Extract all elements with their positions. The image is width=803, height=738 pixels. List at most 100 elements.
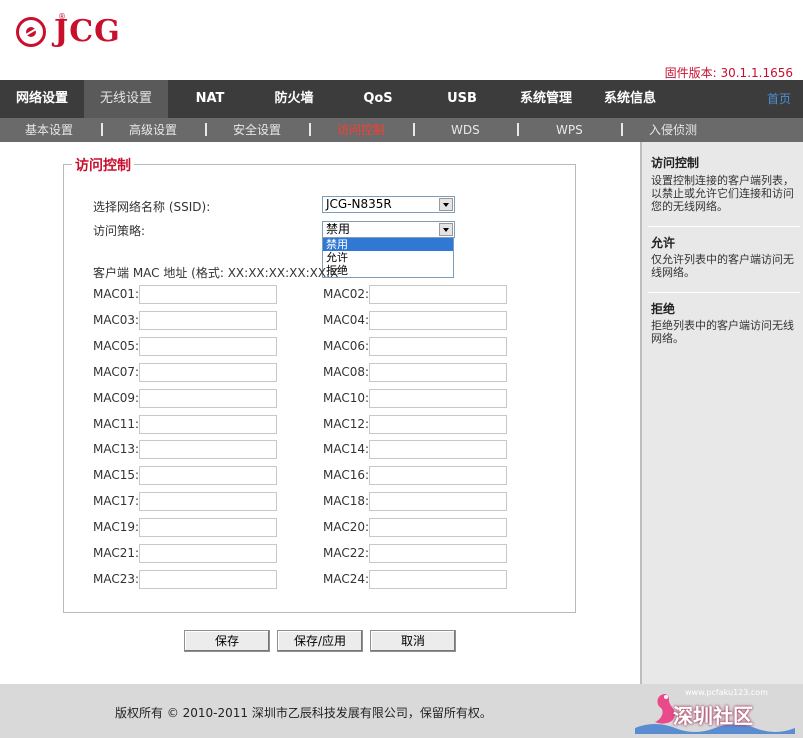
mac-input[interactable] (139, 336, 277, 356)
mac-input[interactable] (369, 310, 507, 330)
ssid-label: 选择网络名称 (SSID): (93, 200, 211, 214)
mac-label: MAC23: (93, 571, 140, 586)
help-text-allow: 仅允许列表中的客户端访问无线网络。 (651, 253, 794, 279)
nav-firewall[interactable]: 防火墙 (252, 80, 336, 118)
firmware-label: 固件版本: (664, 66, 717, 80)
watermark-url: www.pcfaku123.com (685, 688, 768, 697)
mac-label: MAC21: (93, 546, 140, 560)
nav-system-info[interactable]: 系统信息 (588, 80, 672, 118)
mac-input[interactable] (139, 310, 277, 330)
subnav-separator (517, 123, 519, 136)
nav-network[interactable]: 网络设置 (0, 80, 84, 118)
mac-input[interactable] (139, 544, 277, 563)
mac-label: MAC15: (93, 468, 140, 483)
help-text-deny: 拒绝列表中的客户端访问无线网络。 (651, 319, 794, 345)
mac-input[interactable] (369, 285, 507, 304)
save-apply-button[interactable]: 保存/应用 (277, 630, 363, 652)
chevron-down-icon[interactable] (439, 223, 453, 236)
watermark-text: 深圳社区 (673, 704, 753, 728)
mac-label: MAC03: (93, 312, 140, 327)
mac-input[interactable] (369, 492, 507, 512)
mac-label: MAC16: (323, 468, 370, 483)
ssid-select-value: JCG-N835R (326, 197, 392, 211)
jcg-logo-icon (16, 16, 46, 47)
mac-input[interactable] (369, 440, 507, 460)
nav-wireless[interactable]: 无线设置 (84, 80, 168, 118)
mac-input[interactable] (369, 518, 507, 538)
mac-label: MAC05: (93, 338, 140, 353)
mac-label: MAC13: (93, 442, 140, 457)
mac-input[interactable] (369, 336, 507, 356)
mac-input[interactable] (139, 569, 277, 589)
mac-label: MAC18: (323, 494, 370, 509)
subnav-intrusion-detection[interactable]: 入侵侦测 (649, 118, 697, 142)
registered-mark: ® (58, 12, 66, 21)
help-title-allow: 允许 (651, 236, 676, 250)
mac-label: MAC04: (323, 312, 370, 327)
mac-input[interactable] (369, 544, 507, 563)
mac-input[interactable] (139, 466, 277, 486)
jcg-logo[interactable]: ® JCG (16, 12, 121, 49)
mac-label: MAC08: (323, 364, 370, 379)
help-text-access-control: 设置控制连接的客户端列表，以禁止或允许它们连接和访问您的无线网络。 (651, 174, 794, 213)
mac-input[interactable] (139, 388, 277, 408)
subnav-access-control[interactable]: 访问控制 (337, 118, 385, 142)
policy-label: 访问策略: (93, 224, 146, 238)
nav-nat[interactable]: NAT (168, 80, 252, 118)
policy-select-value: 禁用 (326, 222, 351, 236)
mac-label: MAC01: (93, 287, 140, 301)
nav-qos[interactable]: QoS (336, 80, 420, 118)
mac-header-label: 客户端 MAC 地址 (格式: XX:XX:XX:XX:XX:X (93, 266, 339, 280)
mac-label: MAC22: (323, 546, 370, 560)
policy-option-disable[interactable]: 禁用 (323, 238, 453, 251)
mac-label: MAC24: (323, 571, 370, 586)
subnav-separator (205, 123, 207, 136)
subnav-security[interactable]: 安全设置 (233, 118, 281, 142)
main-nav: 网络设置 无线设置 NAT 防火墙 QoS USB 系统管理 系统信息 首页 (0, 80, 803, 118)
mac-label: MAC20: (323, 520, 370, 535)
mac-label: MAC09: (93, 390, 140, 405)
watermark-logo: www.pcfaku123.com 深圳社区 (635, 688, 795, 734)
cancel-button[interactable]: 取消 (370, 630, 456, 652)
footer: 版权所有 © 2010-2011 深圳市乙辰科技发展有限公司，保留所有权。 ww… (0, 684, 803, 738)
subnav-separator (621, 123, 623, 136)
mac-label: MAC14: (323, 442, 370, 457)
mac-label: MAC19: (93, 520, 140, 535)
sub-nav: 基本设置 高级设置 安全设置 访问控制 WDS WPS 入侵侦测 (0, 118, 803, 142)
mac-input[interactable] (369, 414, 507, 434)
firmware-value: 30.1.1.1656 (720, 66, 793, 80)
mac-input[interactable] (139, 440, 277, 460)
mac-input[interactable] (369, 362, 507, 382)
nav-system-admin[interactable]: 系统管理 (504, 80, 588, 118)
help-title-access-control: 访问控制 (651, 156, 700, 170)
mac-input[interactable] (139, 492, 277, 512)
subnav-wps[interactable]: WPS (556, 118, 583, 142)
mac-label: MAC11: (93, 416, 140, 431)
home-link[interactable]: 首页 (767, 80, 791, 118)
subnav-separator (309, 123, 311, 136)
chevron-down-icon[interactable] (439, 198, 453, 211)
policy-select[interactable]: 禁用 (322, 221, 455, 238)
save-button[interactable]: 保存 (184, 630, 270, 652)
subnav-wds[interactable]: WDS (451, 118, 480, 142)
mac-input[interactable] (139, 285, 277, 304)
subnav-advanced[interactable]: 高级设置 (129, 118, 177, 142)
mac-input[interactable] (139, 518, 277, 538)
mac-label: MAC07: (93, 364, 140, 379)
subnav-basic[interactable]: 基本设置 (25, 118, 73, 142)
mac-label: MAC10: (323, 390, 370, 405)
mac-input[interactable] (369, 569, 507, 589)
mac-input[interactable] (139, 362, 277, 382)
ssid-select[interactable]: JCG-N835R (322, 196, 455, 213)
subnav-separator (413, 123, 415, 136)
mac-input[interactable] (139, 414, 277, 434)
nav-usb[interactable]: USB (420, 80, 504, 118)
mac-label: MAC02: (323, 287, 370, 301)
mac-label: MAC17: (93, 494, 140, 509)
mac-input[interactable] (369, 466, 507, 486)
policy-option-deny[interactable]: 拒绝 (323, 264, 453, 277)
header: ® JCG 固件版本: 30.1.1.1656 (0, 0, 803, 80)
mac-input[interactable] (369, 388, 507, 408)
subnav-separator (101, 123, 103, 136)
policy-option-allow[interactable]: 允许 (323, 251, 453, 264)
